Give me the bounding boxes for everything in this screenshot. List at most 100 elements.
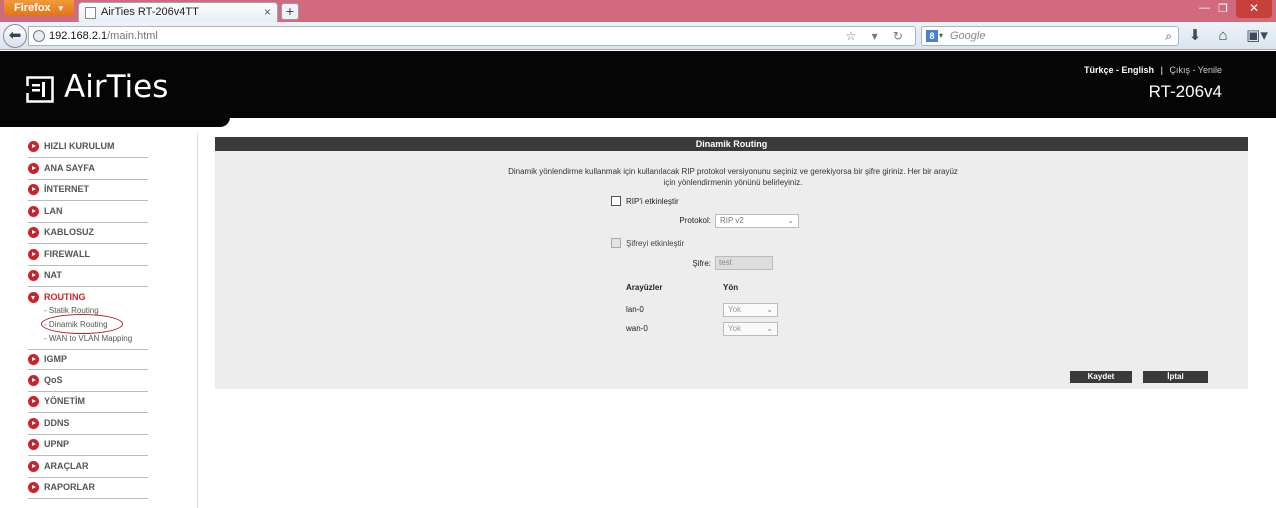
new-tab-button[interactable]: + (281, 3, 299, 20)
save-button[interactable]: Kaydet (1070, 371, 1132, 383)
sidebar-item-upnp[interactable]: UPNP (28, 435, 148, 456)
search-bar[interactable]: 8 ▾ Google ⌕ (921, 26, 1179, 46)
arrow-bullet-icon (28, 396, 39, 407)
sidebar-item-label: HIZLI KURULUM (44, 141, 115, 151)
separator: - (1113, 65, 1122, 75)
sidebar-item-hizli-kurulum[interactable]: HIZLI KURULUM (28, 137, 148, 158)
sidebar-item-igmp[interactable]: IGMP (28, 349, 148, 370)
rip-enable-checkbox[interactable] (611, 196, 621, 206)
bookmark-star-icon[interactable]: ☆ ▾ ↻ (845, 27, 909, 45)
lang-english-link[interactable]: English (1122, 65, 1155, 75)
password-enable-checkbox[interactable] (611, 238, 621, 248)
page-header: AirTies Türkçe - English | Çıkış - Yenil… (0, 51, 1276, 118)
sidebar-item-label: IGMP (44, 354, 68, 364)
sidebar-item-label: NAT (44, 270, 62, 280)
arrow-down-bullet-icon (28, 292, 39, 303)
sidebar-item-label: ANA SAYFA (44, 163, 95, 173)
sidebar-item-label: FIREWALL (44, 249, 90, 259)
url-path: /main.html (107, 30, 158, 42)
rip-enable-label: RIP'i etkinleştir (626, 197, 679, 206)
lang-turkish-link[interactable]: Türkçe (1084, 65, 1114, 75)
url-bar[interactable]: 192.168.2.1/main.html ☆ ▾ ↻ (28, 26, 916, 46)
arrow-bullet-icon (28, 270, 39, 281)
minimize-icon[interactable]: — (1199, 2, 1210, 14)
browser-navbar: ⬅ 192.168.2.1/main.html ☆ ▾ ↻ 8 ▾ Google… (0, 22, 1276, 50)
search-icon[interactable]: ⌕ (1165, 27, 1172, 45)
sidebar-item-label: QoS (44, 375, 63, 385)
arrow-bullet-icon (28, 354, 39, 365)
header-links: Türkçe - English | Çıkış - Yenile (1084, 65, 1222, 75)
sidebar-item-label: DDNS (44, 418, 70, 428)
sidebar-item-yonetim[interactable]: YÖNETİM (28, 392, 148, 413)
protocol-select[interactable]: RIP v2 ⌄ (715, 214, 799, 228)
sidebar-item-raporlar[interactable]: RAPORLAR (28, 478, 148, 499)
search-placeholder: Google (950, 30, 986, 42)
sidebar-item-label: UPNP (44, 439, 70, 449)
logout-link[interactable]: Çıkış (1169, 65, 1190, 75)
browser-tab[interactable]: AirTies RT-206v4TT × (78, 2, 278, 22)
home-icon[interactable]: ⌂ (1213, 26, 1233, 46)
plus-icon: + (285, 3, 295, 19)
tab-title: AirTies RT-206v4TT (101, 6, 199, 18)
interface-name: wan-0 (626, 324, 648, 333)
password-enable-label: Şifreyi etkinleştir (626, 239, 685, 248)
direction-select[interactable]: Yok ⌄ (723, 322, 778, 336)
password-input[interactable]: test (715, 256, 773, 270)
sidebar-item-internet[interactable]: İNTERNET (28, 180, 148, 201)
search-engine-dropdown-icon[interactable]: ▾ (939, 27, 943, 45)
direction-value: Yok (728, 305, 742, 314)
arrow-bullet-icon (28, 375, 39, 386)
highlight-circle (41, 314, 123, 334)
page-icon (85, 7, 96, 19)
close-tab-icon[interactable]: × (264, 3, 271, 22)
sidebar: HIZLI KURULUM ANA SAYFA İNTERNET LAN KAB… (0, 133, 198, 508)
separator: | (1160, 65, 1163, 75)
description-line: Dinamik yönlendirme kullanmak için kulla… (508, 167, 958, 176)
cancel-button[interactable]: İptal (1143, 371, 1208, 383)
sidebar-item-firewall[interactable]: FIREWALL (28, 245, 148, 266)
arrow-bullet-icon (28, 482, 39, 493)
download-icon[interactable]: ⬇ (1185, 26, 1205, 46)
description-line: için yönlendirmenin yönünü belirleyiniz. (663, 178, 803, 187)
sidebar-item-lan[interactable]: LAN (28, 202, 148, 223)
firefox-menu-button[interactable]: Firefox ▼ (4, 0, 74, 16)
direction-value: Yok (728, 324, 742, 333)
refresh-link[interactable]: Yenile (1198, 65, 1222, 75)
interfaces-header: Arayüzler (626, 283, 663, 292)
sidebar-item-araclar[interactable]: ARAÇLAR (28, 457, 148, 478)
arrow-bullet-icon (28, 141, 39, 152)
dynamic-routing-panel: Dinamik Routing Dinamik yönlendirme kull… (215, 137, 1248, 389)
protocol-label: Protokol: (679, 216, 711, 225)
header-curve (0, 117, 230, 132)
close-window-button[interactable]: ✕ (1236, 0, 1272, 18)
chevron-down-icon: ⌄ (766, 324, 773, 333)
sidebar-item-ana-sayfa[interactable]: ANA SAYFA (28, 159, 148, 180)
sidebar-subitem-wan-vlan-mapping[interactable]: - WAN to VLAN Mapping (44, 334, 132, 343)
chevron-down-icon: ⌄ (787, 216, 794, 225)
airties-logo-icon (26, 76, 54, 103)
sidebar-item-label: ARAÇLAR (44, 461, 89, 471)
sidebar-item-ddns[interactable]: DDNS (28, 414, 148, 435)
sidebar-item-label: ROUTING (44, 292, 86, 302)
sidebar-item-label: KABLOSUZ (44, 227, 94, 237)
protocol-value: RIP v2 (720, 216, 744, 225)
page-title: Dinamik Routing (215, 137, 1248, 151)
restore-icon[interactable]: ❐ (1218, 2, 1228, 15)
arrow-bullet-icon (28, 418, 39, 429)
sidebar-item-kablosuz[interactable]: KABLOSUZ (28, 223, 148, 244)
airties-logo-text: AirTies (64, 69, 169, 105)
arrow-bullet-icon (28, 163, 39, 174)
sidebar-item-nat[interactable]: NAT (28, 266, 148, 287)
direction-select[interactable]: Yok ⌄ (723, 303, 778, 317)
dropdown-arrow-icon: ▼ (56, 4, 65, 13)
password-label: Şifre: (692, 259, 711, 268)
back-button[interactable]: ⬅ (3, 24, 27, 48)
arrow-bullet-icon (28, 439, 39, 450)
google-icon: 8 (926, 30, 938, 42)
arrow-bullet-icon (28, 249, 39, 260)
sidebar-item-qos[interactable]: QoS (28, 371, 148, 392)
arrow-bullet-icon (28, 227, 39, 238)
arrow-bullet-icon (28, 184, 39, 195)
globe-icon (33, 30, 45, 42)
menu-icon[interactable]: ▣▾ (1244, 26, 1270, 46)
